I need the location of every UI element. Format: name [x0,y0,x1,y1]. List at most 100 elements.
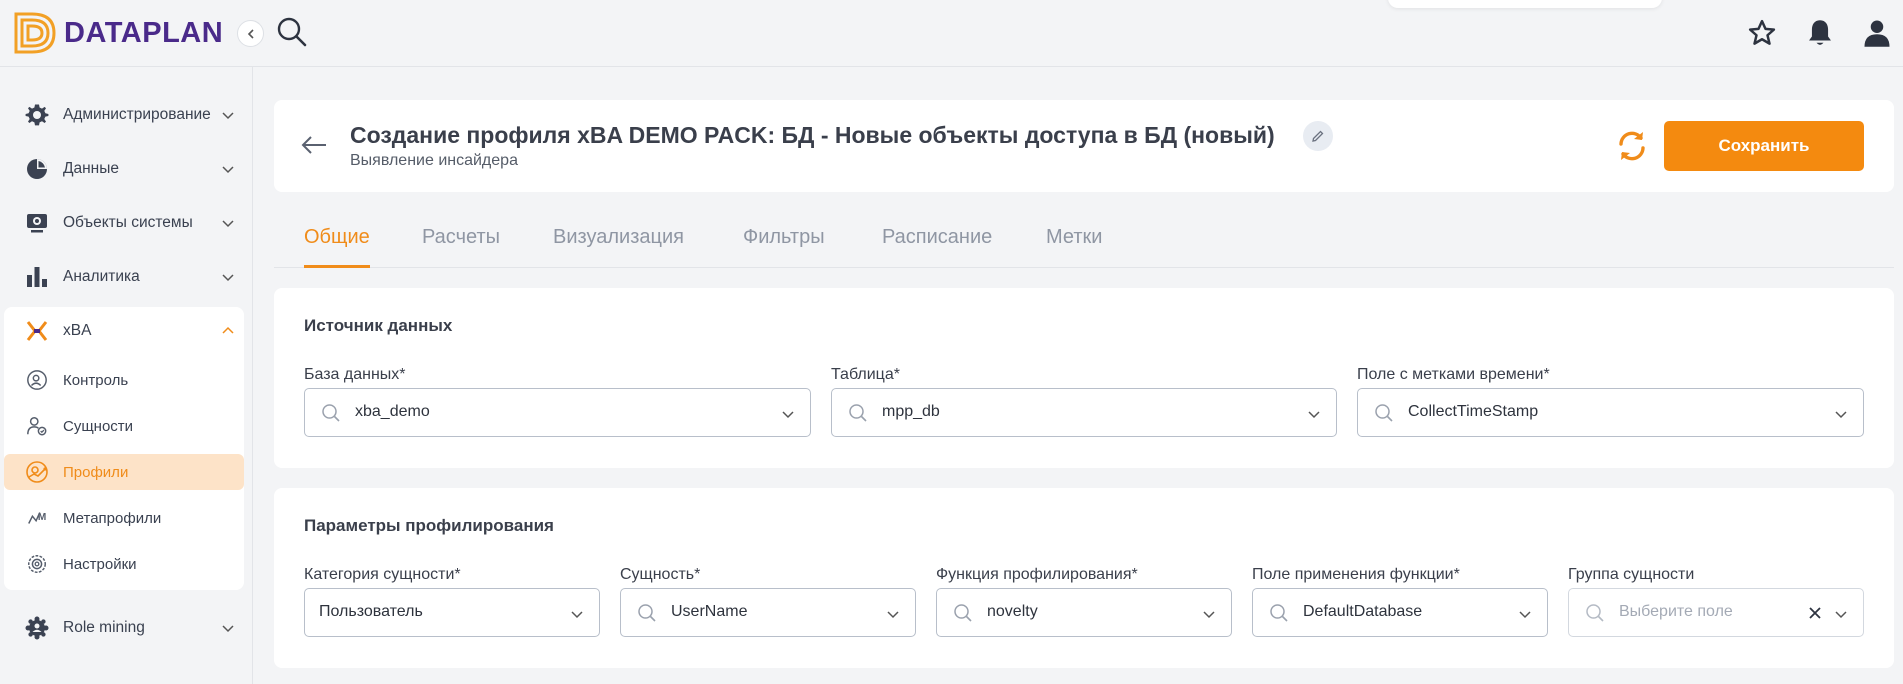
select-value: UserName [671,603,748,620]
select-value: mpp_db [882,403,940,420]
logo[interactable]: DATAPLAN [14,10,223,56]
sidebar-item-administration[interactable]: Администрирование [0,89,253,141]
bar-chart-icon [24,264,50,290]
xba-icon [24,318,50,344]
back-arrow-icon[interactable] [300,132,328,158]
star-icon [1748,19,1776,45]
sidebar-item-label: xBA [63,322,92,339]
chevron-down-icon [222,625,234,633]
tab-labels[interactable]: Метки [1046,226,1102,268]
notifications-button[interactable] [1803,16,1837,50]
dataplan-logo-icon [14,12,56,54]
search-icon [322,404,340,422]
tab-visualization[interactable]: Визуализация [553,226,684,268]
select-value: novelty [987,603,1038,620]
tab-general[interactable]: Общие [304,226,370,268]
chevron-down-icon [571,611,583,619]
close-icon[interactable] [1807,605,1823,621]
field-label: Поле применения функции* [1252,566,1460,583]
chevron-up-icon [222,326,234,334]
search-icon [1375,404,1393,422]
search-icon [1586,604,1604,622]
top-search-bar[interactable] [1388,0,1662,8]
edit-title-button[interactable] [1303,121,1333,151]
save-button[interactable]: Сохранить [1664,121,1864,171]
sidebar-collapse-button[interactable] [237,20,264,47]
top-bar: DATAPLAN [0,0,1903,67]
select-value: xba_demo [355,403,430,420]
table-select[interactable]: mpp_db [831,388,1337,437]
sidebar: Администрирование Данные Объекты системы… [0,67,253,684]
search-icon [638,604,656,622]
section-title: Источник данных [304,316,453,335]
chevron-down-icon [1835,411,1847,419]
data-source-section: Источник данных База данных* xba_demo Та… [274,288,1894,468]
metaprofiles-icon: M [24,505,50,531]
sidebar-item-analytics[interactable]: Аналитика [0,251,253,303]
select-placeholder: Выберите поле [1619,603,1733,620]
search-icon[interactable] [276,16,308,48]
sidebar-subitem-label: Метапрофили [63,509,162,527]
user-icon [1864,20,1890,47]
entities-icon [24,413,50,439]
sidebar-subitem-settings[interactable]: Настройки [4,546,244,582]
sidebar-item-label: Аналитика [63,268,140,285]
tab-schedule[interactable]: Расписание [882,226,992,268]
field-label: Группа сущности [1568,566,1695,583]
field-label: Таблица* [831,366,900,383]
timestamp-field-select[interactable]: CollectTimeStamp [1357,388,1864,437]
pencil-icon [1312,130,1324,142]
search-icon [954,604,972,622]
entity-select[interactable]: UserName [620,588,916,637]
field-label: Категория сущности* [304,566,461,583]
profiling-params-section: Параметры профилирования Категория сущно… [274,488,1894,668]
svg-text:M: M [38,512,46,523]
sidebar-subitem-label: Контроль [63,371,129,389]
sidebar-subitem-label: Настройки [63,555,137,573]
select-value: Пользователь [319,603,423,620]
chevron-down-icon [1519,611,1531,619]
sidebar-item-xba[interactable]: xBA [0,305,253,357]
sidebar-item-data[interactable]: Данные [0,143,253,195]
sidebar-item-label: Администрирование [63,106,211,123]
profile-button[interactable] [1860,16,1894,50]
field-label: База данных* [304,366,406,383]
sidebar-item-role-mining[interactable]: Role mining [0,602,253,654]
chevron-down-icon [1203,611,1215,619]
sidebar-item-system-objects[interactable]: Объекты системы [0,197,253,249]
pie-chart-icon [24,156,50,182]
section-title: Параметры профилирования [304,516,554,535]
tab-bar: Общие Расчеты Визуализация Фильтры Распи… [274,218,1894,268]
sidebar-subitem-entities[interactable]: Сущности [4,408,244,444]
tab-filters[interactable]: Фильтры [743,226,825,268]
cog-role-icon [24,615,50,641]
select-value: DefaultDatabase [1303,603,1423,620]
tab-calculations[interactable]: Расчеты [422,226,500,268]
refresh-icon[interactable] [1614,128,1650,164]
logo-text: DATAPLAN [64,16,224,49]
database-select[interactable]: xba_demo [304,388,811,437]
field-label: Сущность* [620,566,701,583]
sidebar-subitem-profiles[interactable]: Профили [4,454,244,490]
chevron-left-icon [247,28,254,39]
sidebar-subitem-metaprofiles[interactable]: M Метапрофили [4,500,244,536]
entity-group-select[interactable]: Выберите поле [1568,588,1864,637]
settings-icon [24,551,50,577]
page-title: Создание профиля xBA DEMO PACK: БД - Нов… [350,122,1275,148]
entity-category-select[interactable]: Пользователь [304,588,600,637]
sidebar-item-label: Объекты системы [63,214,193,231]
bell-icon [1809,20,1831,45]
search-icon [1270,604,1288,622]
chevron-down-icon [222,274,234,282]
profiling-function-select[interactable]: novelty [936,588,1232,637]
chevron-down-icon [222,220,234,228]
function-field-select[interactable]: DefaultDatabase [1252,588,1548,637]
page-subtitle: Выявление инсайдера [350,152,518,169]
monitor-icon [24,210,50,236]
sidebar-subitem-label: Профили [63,463,129,481]
sidebar-item-label: Данные [63,160,119,177]
chevron-down-icon [782,411,794,419]
favorites-button[interactable] [1745,16,1779,50]
field-label: Функция профилирования* [936,566,1138,583]
sidebar-subitem-control[interactable]: Контроль [4,362,244,398]
